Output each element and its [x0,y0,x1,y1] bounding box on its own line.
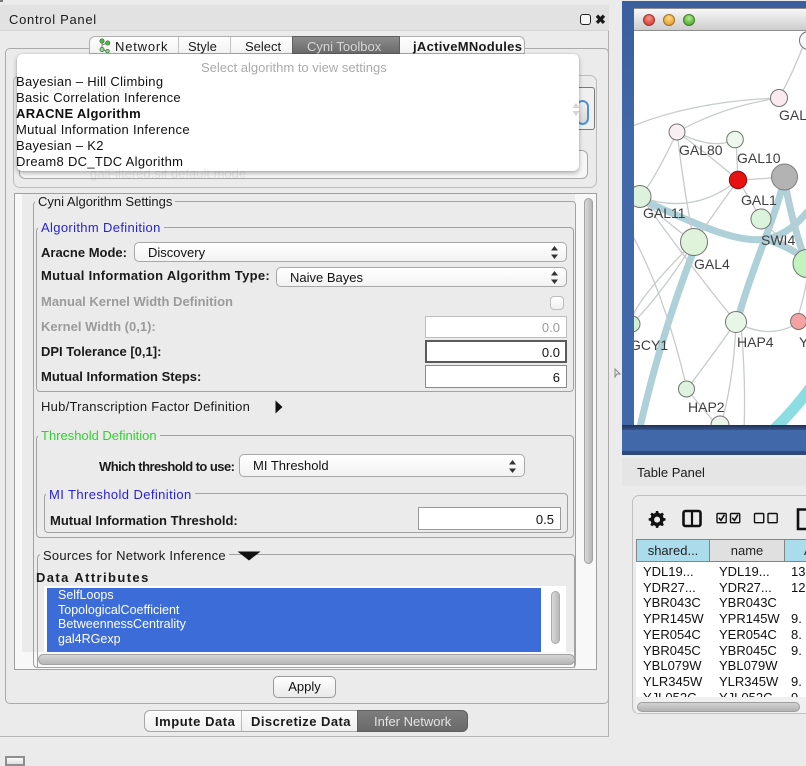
svg-text:YM: YM [799,334,806,350]
svg-text:SWI4: SWI4 [761,232,795,248]
svg-text:GCY1: GCY1 [634,337,668,353]
svg-text:GAL80: GAL80 [679,142,723,158]
svg-text:GAL11: GAL11 [643,205,686,221]
svg-text:GAL4: GAL4 [694,256,730,272]
svg-text:GAL1: GAL1 [741,192,777,208]
svg-text:GAL10: GAL10 [737,150,781,166]
svg-text:GAL7: GAL7 [779,107,806,123]
svg-text:HAP2: HAP2 [688,399,725,415]
svg-text:HAP4: HAP4 [737,334,774,350]
